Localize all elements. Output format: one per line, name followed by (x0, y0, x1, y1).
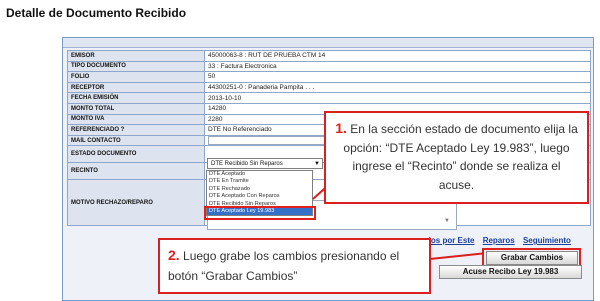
link-partial[interactable]: dos por Este (426, 236, 474, 245)
instruction-callout-1: 1. En la sección estado de documento eli… (324, 111, 589, 204)
estado-selected-value: DTE Recibido Sin Reparos (211, 161, 283, 167)
panel-header-bar (63, 38, 593, 48)
label-referenciado: REFERENCIADO ? (67, 124, 205, 136)
value-fecha-emision: 2013-10-10 (204, 92, 591, 104)
value-tipo-documento: 33 : Factura Electronica (204, 60, 591, 73)
chevron-down-icon[interactable]: ▼ (314, 159, 320, 169)
dropdown-option[interactable]: DTE Aceptado (207, 171, 312, 178)
value-folio: 50 (204, 71, 591, 83)
action-links: dos por Este Reparos Seguimiento (426, 236, 577, 245)
value-receptor: 44300251-0 : Panaderia Pampita . . . (204, 81, 591, 94)
label-emisor: EMISOR (67, 50, 205, 62)
label-monto-total: MONTO TOTAL (67, 102, 205, 115)
label-receptor: RECEPTOR (67, 81, 205, 94)
label-tipo-documento: TIPO DOCUMENTO (67, 60, 205, 73)
option-highlight-box (204, 206, 316, 220)
value-emisor: 45000063-8 : RUT DE PRUEBA CTM 14 (204, 50, 591, 62)
estado-documento-select[interactable]: DTE Recibido Sin Reparos ▼ (207, 158, 323, 169)
link-seguimiento[interactable]: Seguimiento (523, 236, 571, 245)
page-title: Detalle de Documento Recibido (6, 6, 187, 20)
callout-1-number: 1. (335, 120, 347, 136)
mail-contacto-input[interactable] (208, 136, 326, 145)
callout-1-text: En la sección estado de documento elija … (343, 122, 578, 192)
acuse-recibo-button[interactable]: Acuse Recibo Ley 19.983 (439, 265, 582, 279)
dropdown-option[interactable]: DTE En Tramite (207, 178, 312, 185)
instruction-callout-2: 2. Luego grabe los cambios presionando e… (158, 238, 431, 294)
label-fecha-emision: FECHA EMISIÓN (67, 92, 205, 104)
scroll-down-icon[interactable]: ▼ (444, 218, 450, 224)
label-recinto: RECINTO (67, 162, 205, 181)
callout-2-text: Luego grabe los cambios presionando el b… (168, 249, 400, 283)
label-estado-documento: ESTADO DOCUMENTO (67, 145, 205, 164)
link-reparos[interactable]: Reparos (483, 236, 515, 245)
label-motivo-rechazo: MOTIVO RECHAZO/REPARO (67, 179, 205, 227)
dropdown-option[interactable]: DTE Aceptado Con Reparos (207, 193, 312, 200)
label-folio: FOLIO (67, 71, 205, 83)
label-monto-iva: MONTO IVA (67, 113, 205, 126)
callout-2-number: 2. (168, 247, 180, 263)
dropdown-option[interactable]: DTE Rechazado (207, 186, 312, 193)
label-mail-contacto: MAIL CONTACTO (67, 134, 205, 147)
